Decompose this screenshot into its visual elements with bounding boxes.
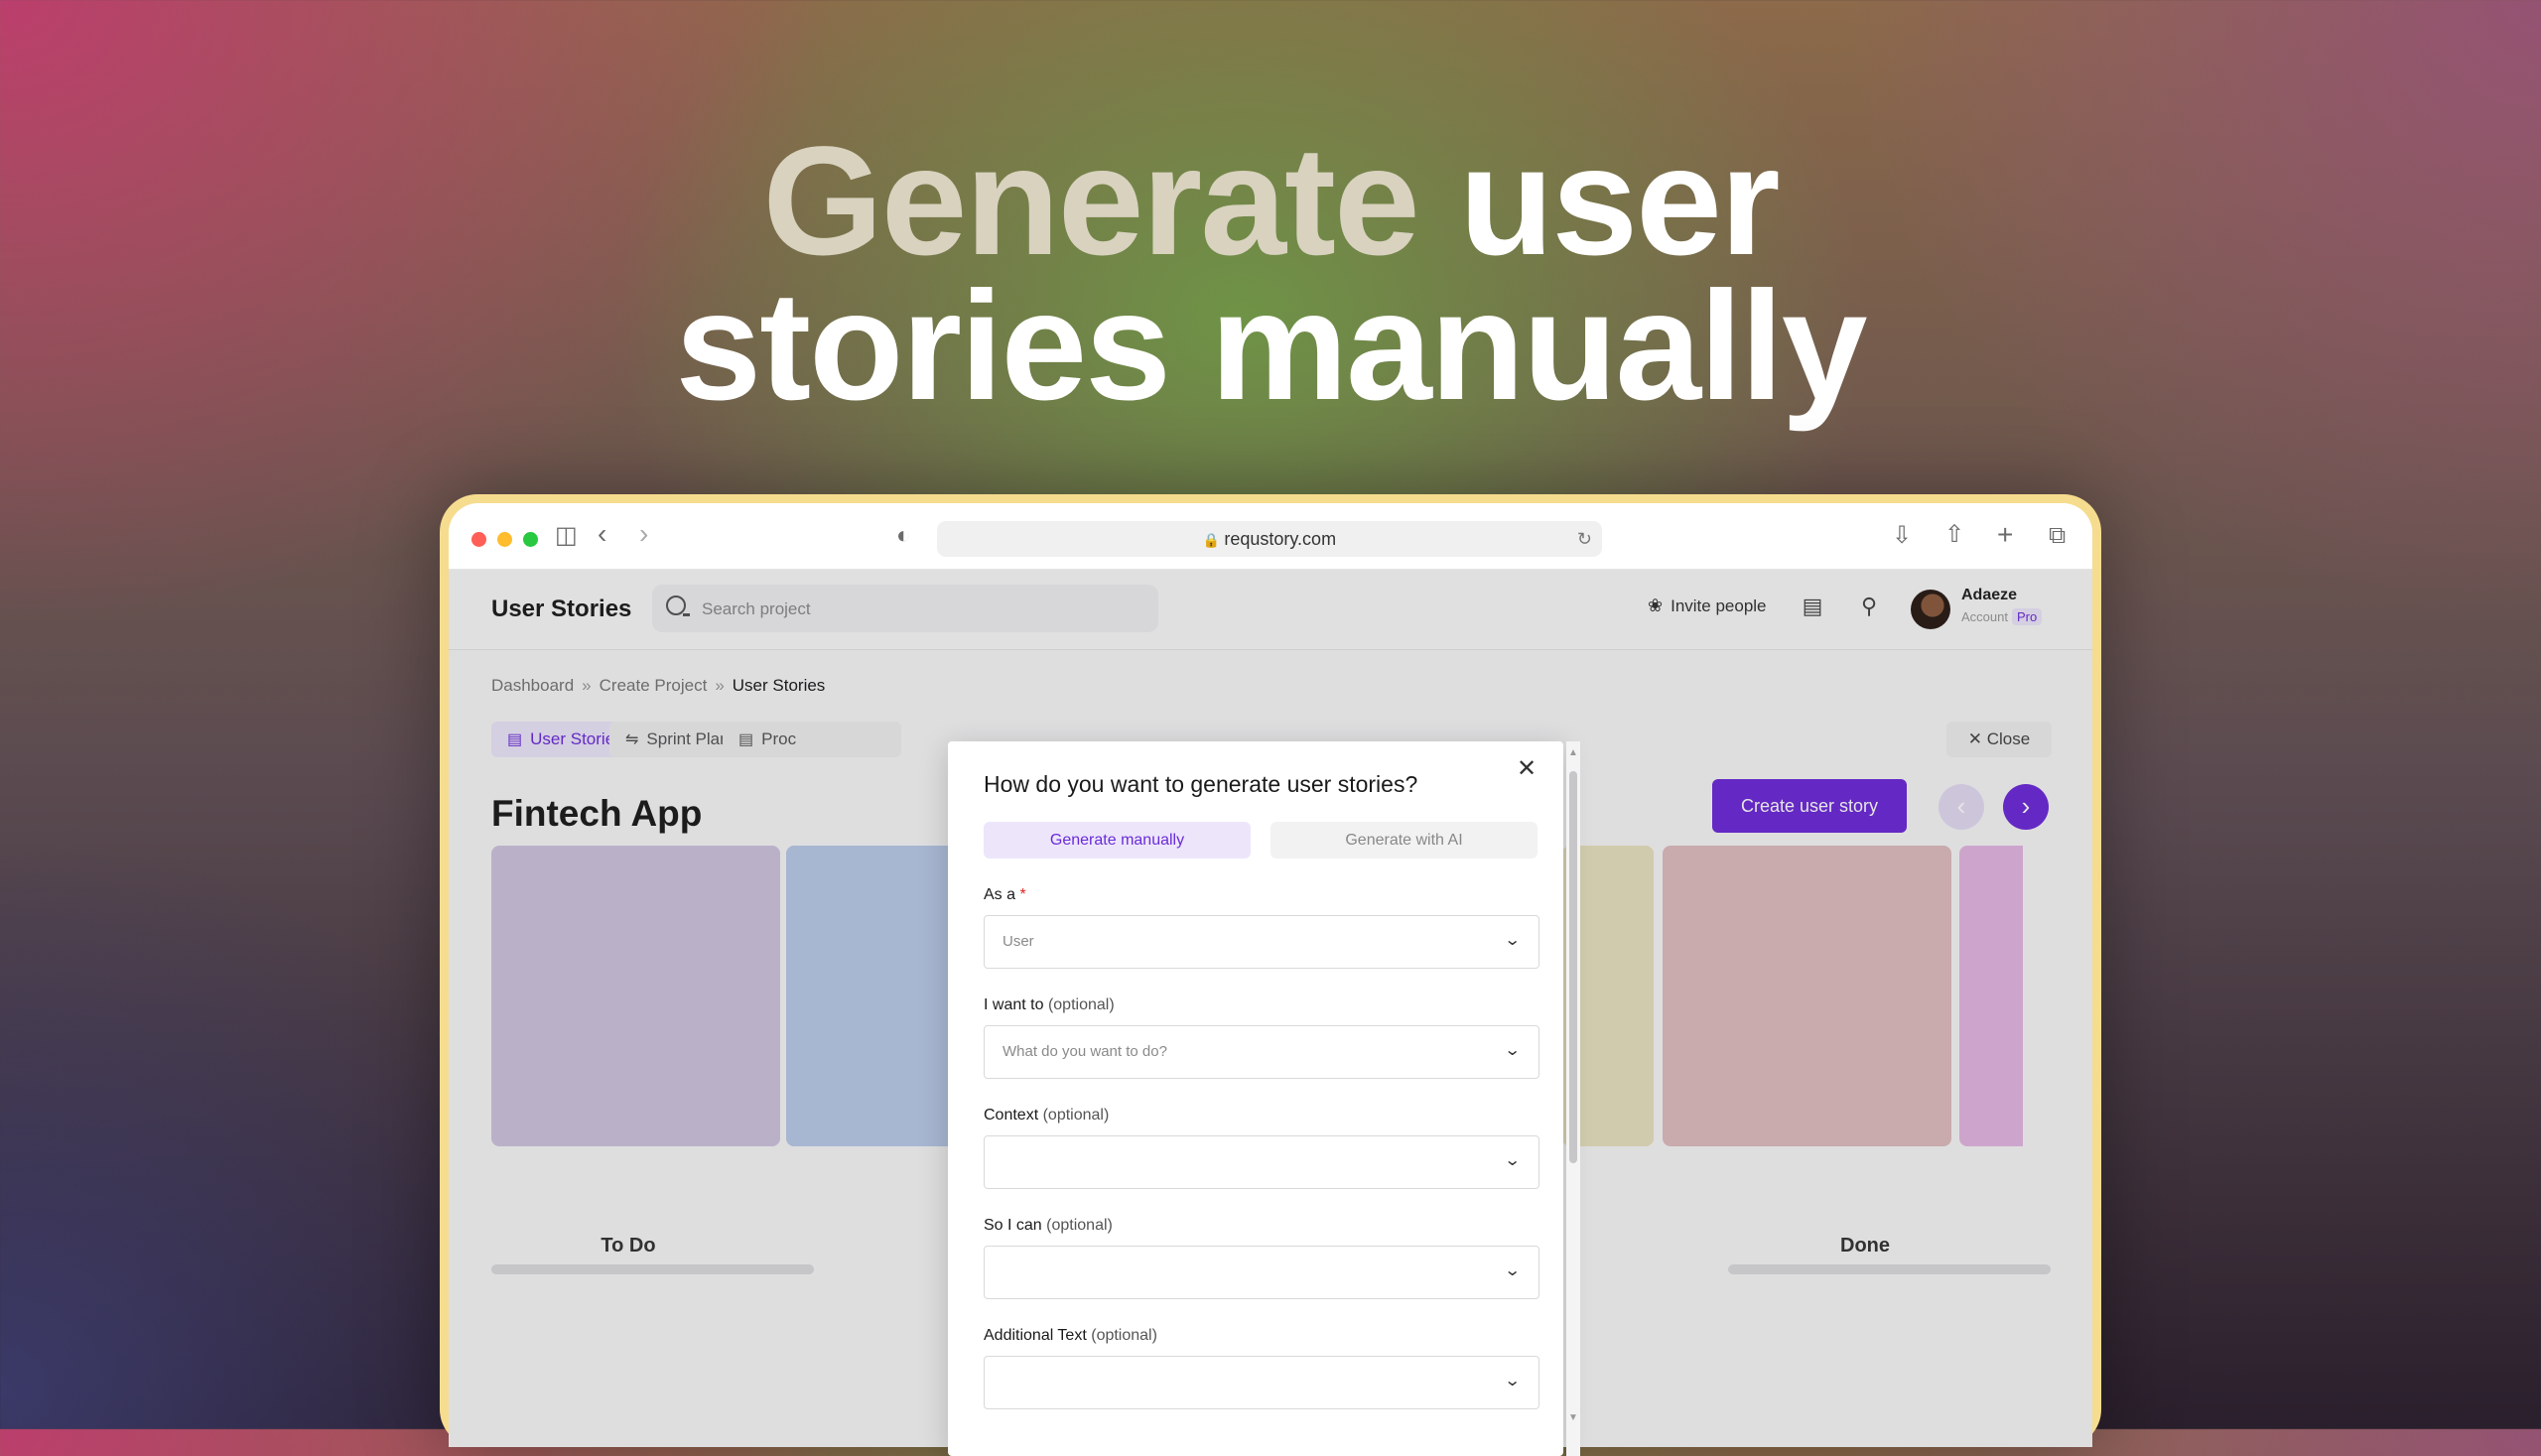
generate-stories-modal: ✕ How do you want to generate user stori…: [948, 741, 1580, 1456]
address-bar[interactable]: 🔒 requstory.com ↻: [937, 521, 1602, 557]
close-window-dot[interactable]: [471, 532, 486, 547]
so-i-can-label: So I can (optional): [984, 1217, 1113, 1235]
i-want-to-label: I want to (optional): [984, 996, 1115, 1014]
as-a-label: As a *: [984, 886, 1026, 904]
so-i-can-select[interactable]: ⌄: [984, 1246, 1539, 1299]
minimize-window-dot[interactable]: [497, 532, 512, 547]
share-icon[interactable]: ⇧: [1944, 523, 1964, 547]
context-select[interactable]: ⌄: [984, 1135, 1539, 1189]
additional-text-label: Additional Text (optional): [984, 1327, 1157, 1345]
scroll-down-icon[interactable]: ▼: [1568, 1412, 1578, 1423]
scroll-up-icon[interactable]: ▲: [1568, 747, 1578, 758]
optional-marker: (optional): [1047, 996, 1115, 1013]
close-icon[interactable]: ✕: [1517, 754, 1537, 783]
optional-marker: (optional): [1091, 1327, 1157, 1344]
scrollbar-thumb[interactable]: [1569, 771, 1577, 1163]
field-label-text: I want to: [984, 996, 1044, 1013]
context-label: Context (optional): [984, 1107, 1109, 1125]
shield-icon[interactable]: ◐: [896, 524, 911, 548]
url-text: requstory.com: [1224, 529, 1337, 549]
download-icon[interactable]: ⇩: [1892, 524, 1912, 548]
forward-arrow-icon[interactable]: ›: [639, 520, 648, 548]
modal-title: How do you want to generate user stories…: [984, 771, 1418, 797]
tab-overview-icon[interactable]: ⧉: [2049, 524, 2066, 548]
optional-marker: (optional): [1046, 1217, 1113, 1234]
i-want-to-select[interactable]: What do you want to do? ⌄: [984, 1025, 1539, 1079]
sidebar-toggle-icon[interactable]: ◫: [555, 524, 578, 548]
field-label-text: As a: [984, 886, 1016, 903]
chevron-down-icon: ⌄: [1503, 1262, 1522, 1279]
modal-scrollbar[interactable]: ▲ ▼: [1566, 741, 1580, 1456]
field-label-text: So I can: [984, 1217, 1042, 1234]
as-a-select[interactable]: User ⌄: [984, 915, 1539, 969]
new-tab-icon[interactable]: +: [1997, 521, 2013, 549]
lock-icon: 🔒: [1202, 532, 1221, 548]
hero-headline: Generate user stories manually: [0, 124, 2541, 424]
i-want-to-placeholder: What do you want to do?: [1003, 1043, 1167, 1060]
tab-generate-with-ai[interactable]: Generate with AI: [1270, 822, 1538, 859]
browser-toolbar: ◫ ‹ › ◐ 🔒 requstory.com ↻ ⇩ ⇧ + ⧉: [449, 503, 2092, 570]
maximize-window-dot[interactable]: [523, 532, 538, 547]
field-label-text: Context: [984, 1107, 1039, 1124]
required-marker: *: [1019, 886, 1026, 903]
chevron-down-icon: ⌄: [1503, 932, 1522, 949]
reload-icon[interactable]: ↻: [1577, 521, 1592, 557]
headline-line2: stories manually: [675, 260, 1867, 433]
field-label-text: Additional Text: [984, 1327, 1087, 1344]
chevron-down-icon: ⌄: [1503, 1373, 1522, 1390]
chevron-down-icon: ⌄: [1503, 1042, 1522, 1059]
additional-text-select[interactable]: ⌄: [984, 1356, 1539, 1409]
back-arrow-icon[interactable]: ‹: [598, 520, 606, 548]
optional-marker: (optional): [1042, 1107, 1110, 1124]
as-a-value: User: [1003, 933, 1034, 950]
tab-generate-manually[interactable]: Generate manually: [984, 822, 1251, 859]
chevron-down-icon: ⌄: [1503, 1152, 1522, 1169]
